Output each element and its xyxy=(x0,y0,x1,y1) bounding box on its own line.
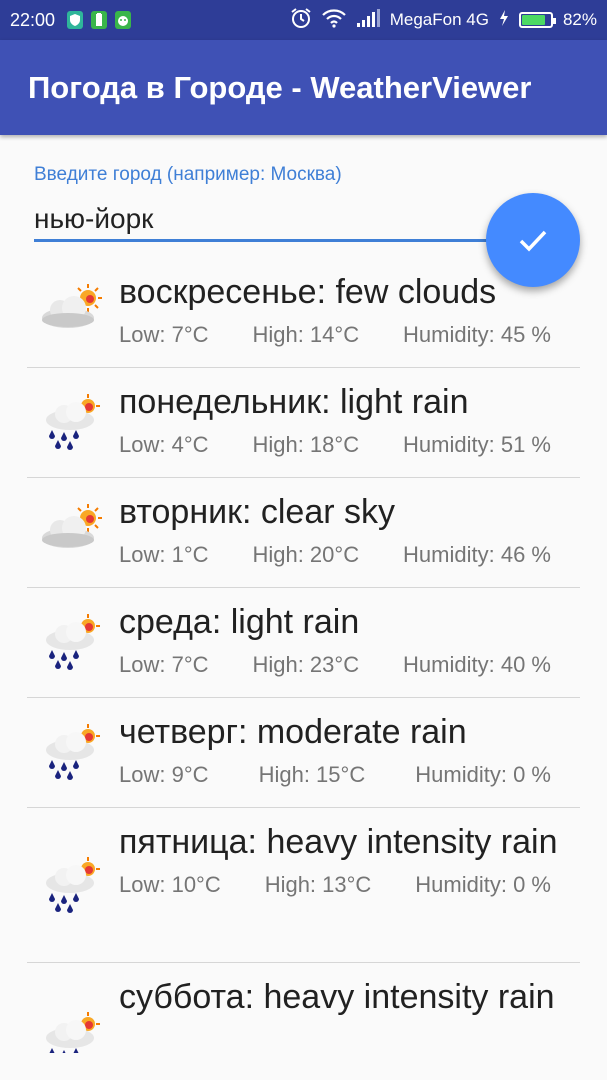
forecast-row[interactable]: среда: light rain Low: 7°C High: 23°C Hu… xyxy=(27,588,580,698)
app-notification-icon xyxy=(115,11,132,29)
forecast-humidity: Humidity: 0 % xyxy=(415,872,551,897)
forecast-row[interactable]: воскресенье: few clouds Low: 7°C High: 1… xyxy=(27,258,580,368)
forecast-high: High: 23°C xyxy=(252,652,360,677)
forecast-description: суббота: heavy intensity rain xyxy=(119,978,555,1016)
city-input[interactable] xyxy=(34,198,504,242)
forecast-description: понедельник: light rain xyxy=(119,383,469,421)
forecast-description: четверг: moderate rain xyxy=(119,713,467,751)
forecast-row[interactable]: четверг: moderate rain Low: 9°C High: 15… xyxy=(27,698,580,808)
alarm-icon xyxy=(290,7,312,34)
forecast-humidity: Humidity: 46 % xyxy=(403,542,551,567)
status-bar: 22:00 MegaFon 4G 82% xyxy=(0,0,607,40)
forecast-humidity: Humidity: 0 % xyxy=(415,762,551,787)
forecast-low: Low: 10°C xyxy=(119,872,221,897)
rain-sun-icon xyxy=(46,394,100,450)
app-title: Погода в Городе - WeatherViewer xyxy=(28,69,532,105)
battery-icon xyxy=(518,12,556,28)
forecast-row[interactable]: пятница: heavy intensity rain Low: 10°C … xyxy=(27,808,580,963)
forecast-high: High: 20°C xyxy=(252,542,360,567)
forecast-low: Low: 4°C xyxy=(119,432,209,457)
forecast-low: Low: 7°C xyxy=(119,652,209,677)
cloud-sun-icon xyxy=(42,504,102,548)
forecast-description: пятница: heavy intensity rain xyxy=(119,823,558,861)
rain-sun-icon xyxy=(46,614,100,670)
forecast-high: High: 13°C xyxy=(264,872,372,897)
signal-icon xyxy=(356,8,380,32)
forecast-low: Low: 7°C xyxy=(119,322,209,347)
forecast-row[interactable]: понедельник: light rain Low: 4°C High: 1… xyxy=(27,368,580,478)
forecast-row[interactable]: вторник: clear sky Low: 1°C High: 20°C H… xyxy=(27,478,580,588)
forecast-humidity: Humidity: 45 % xyxy=(403,322,551,347)
forecast-low: Low: 1°C xyxy=(119,542,209,567)
forecast-description: воскресенье: few clouds xyxy=(119,273,497,311)
forecast-description: вторник: clear sky xyxy=(119,493,396,531)
charging-icon xyxy=(499,9,509,31)
forecast-humidity: Humidity: 51 % xyxy=(403,432,551,457)
forecast-high: High: 14°C xyxy=(252,322,360,347)
status-time: 22:00 xyxy=(10,9,56,30)
forecast-list[interactable]: воскресенье: few clouds Low: 7°C High: 1… xyxy=(0,258,607,1053)
forecast-high: High: 15°C xyxy=(258,762,366,787)
battery-percent: 82% xyxy=(562,10,597,29)
check-icon xyxy=(519,230,547,252)
forecast-humidity: Humidity: 40 % xyxy=(403,652,551,677)
rain-sun-icon xyxy=(46,724,100,780)
cloud-sun-icon xyxy=(42,284,102,328)
rain-sun-icon xyxy=(46,1012,100,1053)
shield-notification-icon xyxy=(67,11,84,29)
rain-sun-icon xyxy=(46,857,100,913)
forecast-row[interactable]: суббота: heavy intensity rain xyxy=(27,963,580,1053)
wifi-icon xyxy=(321,8,346,33)
forecast-low: Low: 9°C xyxy=(119,762,209,787)
forecast-high: High: 18°C xyxy=(252,432,360,457)
forecast-description: среда: light rain xyxy=(119,603,360,641)
carrier-label: MegaFon 4G xyxy=(389,10,489,29)
city-input-label: Введите город (например: Москва) xyxy=(34,164,342,185)
battery-notification-icon xyxy=(91,11,108,29)
app-bar: Погода в Городе - WeatherViewer xyxy=(0,40,607,135)
